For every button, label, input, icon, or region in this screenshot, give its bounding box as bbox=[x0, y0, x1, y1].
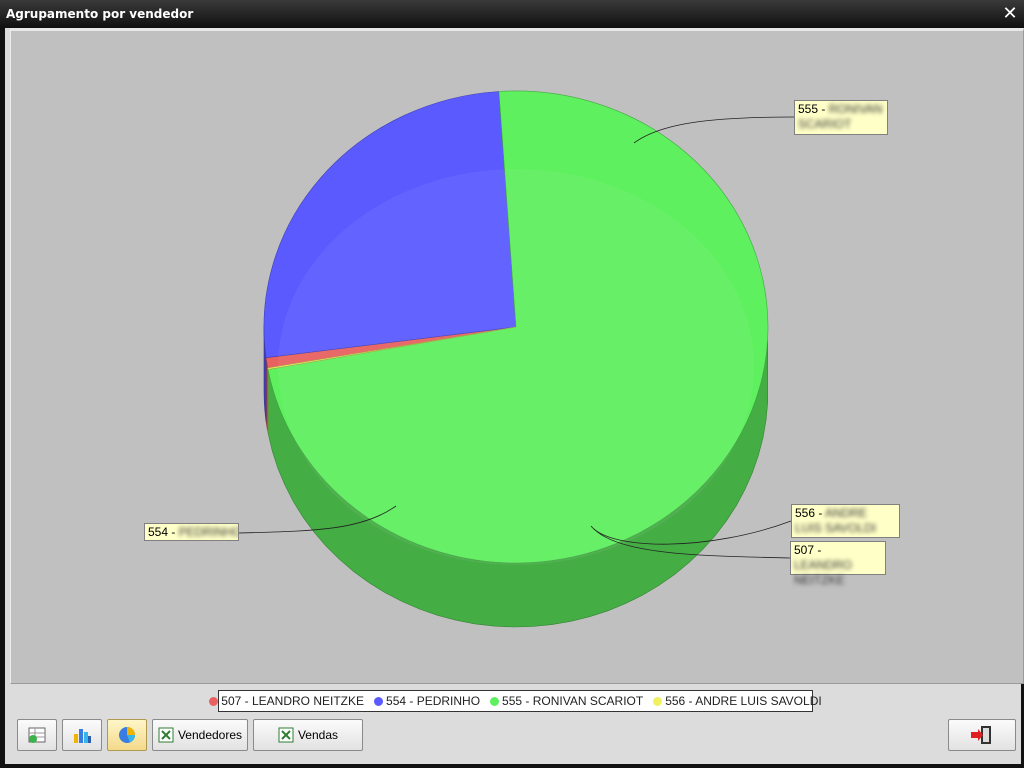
callout-prefix: 555 - bbox=[798, 102, 829, 116]
callout-507: 507 - LEANDRO NEITZKE bbox=[790, 541, 886, 587]
callout-prefix: 554 - bbox=[148, 525, 179, 539]
legend-label: 555 - RONIVAN SCARIOT bbox=[502, 694, 644, 708]
pie-chart-icon bbox=[119, 727, 135, 743]
legend-item: 556 - ANDRE LUIS SAVOLDI bbox=[653, 694, 822, 708]
button-label: Vendedores bbox=[177, 728, 243, 742]
bottom-toolbar: Vendedores Vendas bbox=[5, 713, 1021, 764]
callout-556: 556 - ANDRE LUIS SAVOLDI bbox=[791, 504, 900, 538]
bar-chart-button[interactable] bbox=[62, 719, 102, 751]
pie-highlight bbox=[278, 169, 754, 565]
callout-name-blurred: PEDRINHO bbox=[178, 525, 239, 539]
legend-dot-icon bbox=[490, 696, 500, 706]
legend-dot-icon bbox=[209, 696, 219, 706]
exit-button[interactable] bbox=[948, 719, 1016, 751]
refresh-grid-button[interactable] bbox=[17, 719, 57, 751]
exit-door-icon bbox=[971, 726, 991, 744]
legend-item: 555 - RONIVAN SCARIOT bbox=[490, 694, 643, 708]
bar-chart-icon bbox=[74, 729, 91, 743]
close-icon[interactable]: ✕ bbox=[1000, 3, 1020, 25]
refresh-grid-icon bbox=[28, 727, 46, 743]
excel-icon bbox=[158, 727, 174, 743]
legend-dot-icon bbox=[653, 696, 663, 706]
window-title: Agrupamento por vendedor bbox=[6, 7, 194, 21]
chart-legend: 507 - LEANDRO NEITZKE 554 - PEDRINHO 555… bbox=[209, 690, 822, 712]
callout-name-blurred: LEANDRO NEITZKE bbox=[794, 558, 853, 587]
callout-554: 554 - PEDRINHO bbox=[144, 523, 239, 541]
legend-label: 556 - ANDRE LUIS SAVOLDI bbox=[665, 694, 822, 708]
window-border-bottom bbox=[0, 764, 1024, 768]
legend-dot-icon bbox=[374, 696, 384, 706]
chart-panel: 555 - RONIVAN SCARIOT 554 - PEDRINHO 556… bbox=[10, 28, 1024, 684]
excel-icon bbox=[278, 727, 294, 743]
legend-item: 554 - PEDRINHO bbox=[374, 694, 480, 708]
window-border-left bbox=[0, 28, 5, 768]
callout-555: 555 - RONIVAN SCARIOT bbox=[794, 100, 888, 135]
button-label: Vendas bbox=[297, 728, 339, 742]
pie-chart-button[interactable] bbox=[107, 719, 147, 751]
legend-label: 554 - PEDRINHO bbox=[386, 694, 481, 708]
export-vendedores-button[interactable]: Vendedores bbox=[152, 719, 248, 751]
export-vendas-button[interactable]: Vendas bbox=[253, 719, 363, 751]
legend-label: 507 - LEANDRO NEITZKE bbox=[221, 694, 365, 708]
title-bar: Agrupamento por vendedor ✕ bbox=[0, 0, 1024, 28]
callout-prefix: 507 - bbox=[794, 543, 822, 557]
legend-item: 507 - LEANDRO NEITZKE bbox=[209, 694, 364, 708]
callout-prefix: 556 - bbox=[795, 506, 826, 520]
